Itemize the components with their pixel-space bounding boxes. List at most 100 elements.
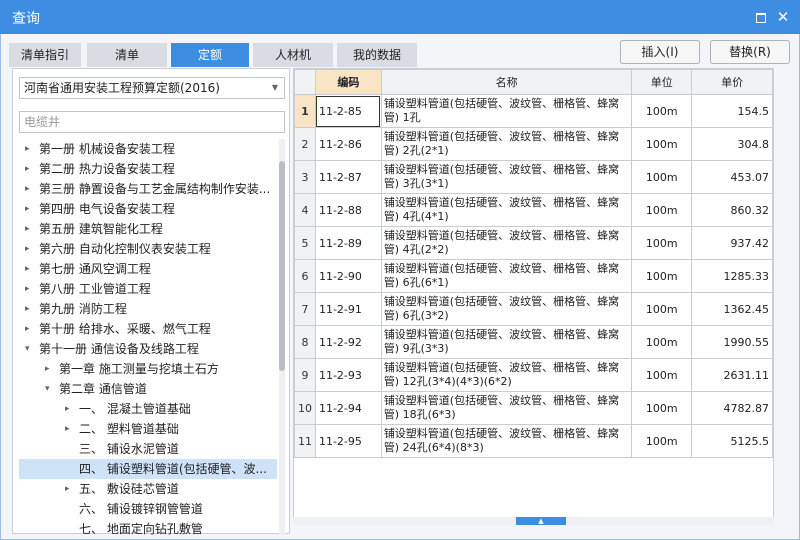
name-cell[interactable]: 铺设塑料管道(包括硬管、波纹管、栅格管、蜂窝管) 9孔(3*3) [380,325,633,359]
unit-cell[interactable]: 100m [631,358,693,392]
expand-right-icon[interactable]: ▸ [25,139,35,159]
code-cell[interactable]: 11-2-87 [314,160,382,194]
tree-item[interactable]: ▸ 第三册 静置设备与工艺金属结构制作安装... [19,179,277,199]
row-number[interactable]: 4 [294,193,316,227]
table-row[interactable]: 2 11-2-86 铺设塑料管道(包括硬管、波纹管、栅格管、蜂窝管) 2孔(2*1)… [294,127,773,161]
tree-item[interactable]: 七、 地面定向钻孔敷管 [19,519,277,535]
name-cell[interactable]: 铺设塑料管道(包括硬管、波纹管、栅格管、蜂窝管) 18孔(6*3) [380,391,633,425]
code-cell[interactable]: 11-2-91 [314,292,382,326]
collapse-up-icon[interactable]: ▲ [516,517,566,525]
unit-cell[interactable]: 100m [631,160,693,194]
tab-bill-guide[interactable]: 清单指引 [9,43,81,67]
code-cell[interactable]: 11-2-86 [314,127,382,161]
expand-right-icon[interactable]: ▸ [25,159,35,179]
unit-cell[interactable]: 100m [631,325,693,359]
tree-item[interactable]: ▸ 第九册 消防工程 [19,299,277,319]
row-number[interactable]: 8 [294,325,316,359]
unit-cell[interactable]: 100m [631,259,693,293]
price-cell[interactable]: 5125.5 [691,424,773,458]
price-cell[interactable]: 860.32 [691,193,773,227]
tab-quota[interactable]: 定额 [171,43,249,67]
price-cell[interactable]: 4782.87 [691,391,773,425]
table-row[interactable]: 10 11-2-94 铺设塑料管道(包括硬管、波纹管、栅格管、蜂窝管) 18孔(6*… [294,391,773,425]
row-number[interactable]: 2 [294,127,316,161]
close-icon[interactable]: ✕ [775,9,791,25]
expand-right-icon[interactable]: ▸ [25,259,35,279]
table-row[interactable]: 5 11-2-89 铺设塑料管道(包括硬管、波纹管、栅格管、蜂窝管) 4孔(2*2)… [294,226,773,260]
table-row[interactable]: 1 11-2-85 铺设塑料管道(包括硬管、波纹管、栅格管、蜂窝管) 1孔 100m 1… [294,94,773,128]
splitter-bar[interactable]: ▲ [293,517,774,525]
expand-right-icon[interactable]: ▸ [25,199,35,219]
tab-labor-material-machine[interactable]: 人材机 [253,43,333,67]
maximize-icon[interactable] [752,9,768,25]
tree-item[interactable]: ▾ 第二章 通信管道 [19,379,277,399]
name-cell[interactable]: 铺设塑料管道(包括硬管、波纹管、栅格管、蜂窝管) 4孔(2*2) [380,226,633,260]
expand-down-icon[interactable]: ▾ [25,339,35,359]
expand-right-icon[interactable]: ▸ [25,279,35,299]
tree-item[interactable]: ▸ 五、 敷设硅芯管道 [19,479,277,499]
expand-right-icon[interactable]: ▸ [25,319,35,339]
tree-item[interactable]: ▸ 二、 塑料管道基础 [19,419,277,439]
tab-bill[interactable]: 清单 [87,43,167,67]
code-cell[interactable]: 11-2-92 [314,325,382,359]
expand-down-icon[interactable]: ▾ [45,379,55,399]
table-row[interactable]: 3 11-2-87 铺设塑料管道(包括硬管、波纹管、栅格管、蜂窝管) 3孔(3*1)… [294,160,773,194]
row-number[interactable]: 1 [294,94,316,128]
expand-right-icon[interactable]: ▸ [45,359,55,379]
expand-right-icon[interactable]: ▸ [65,479,75,499]
price-cell[interactable]: 304.8 [691,127,773,161]
price-cell[interactable]: 1990.55 [691,325,773,359]
price-cell[interactable]: 453.07 [691,160,773,194]
table-row[interactable]: 6 11-2-90 铺设塑料管道(包括硬管、波纹管、栅格管、蜂窝管) 6孔(6*1)… [294,259,773,293]
row-number[interactable]: 11 [294,424,316,458]
tree-item[interactable]: 三、 铺设水泥管道 [19,439,277,459]
expand-right-icon[interactable]: ▸ [25,239,35,259]
unit-cell[interactable]: 100m [631,292,693,326]
name-cell[interactable]: 铺设塑料管道(包括硬管、波纹管、栅格管、蜂窝管) 24孔(6*4)(8*3) [380,424,633,458]
expand-right-icon[interactable]: ▸ [65,399,75,419]
price-cell[interactable]: 154.5 [691,94,773,128]
row-number[interactable]: 5 [294,226,316,260]
code-cell[interactable]: 11-2-95 [314,424,382,458]
expand-right-icon[interactable]: ▸ [25,179,35,199]
tree-item[interactable]: ▸ 第二册 热力设备安装工程 [19,159,277,179]
column-header-price[interactable]: 单价 [691,69,773,95]
unit-cell[interactable]: 100m [631,226,693,260]
name-cell[interactable]: 铺设塑料管道(包括硬管、波纹管、栅格管、蜂窝管) 12孔(3*4)(4*3)(6… [380,358,633,392]
table-row[interactable]: 11 11-2-95 铺设塑料管道(包括硬管、波纹管、栅格管、蜂窝管) 24孔(6*… [294,424,773,458]
expand-right-icon[interactable]: ▸ [25,219,35,239]
name-cell[interactable]: 铺设塑料管道(包括硬管、波纹管、栅格管、蜂窝管) 4孔(4*1) [380,193,633,227]
column-header-unit[interactable]: 单位 [631,69,693,95]
expand-right-icon[interactable]: ▸ [65,419,75,439]
unit-cell[interactable]: 100m [631,391,693,425]
code-cell[interactable]: 11-2-88 [314,193,382,227]
price-cell[interactable]: 1285.33 [691,259,773,293]
tree-scrollbar[interactable] [279,139,285,535]
name-cell[interactable]: 铺设塑料管道(包括硬管、波纹管、栅格管、蜂窝管) 1孔 [380,94,633,128]
search-input[interactable]: 电缆井 [19,111,285,133]
table-row[interactable]: 7 11-2-91 铺设塑料管道(包括硬管、波纹管、栅格管、蜂窝管) 6孔(3*2)… [294,292,773,326]
row-number[interactable]: 3 [294,160,316,194]
name-cell[interactable]: 铺设塑料管道(包括硬管、波纹管、栅格管、蜂窝管) 2孔(2*1) [380,127,633,161]
table-row[interactable]: 8 11-2-92 铺设塑料管道(包括硬管、波纹管、栅格管、蜂窝管) 9孔(3*3)… [294,325,773,359]
unit-cell[interactable]: 100m [631,94,693,128]
row-number[interactable]: 6 [294,259,316,293]
scrollbar-thumb[interactable] [279,161,285,371]
tab-my-data[interactable]: 我的数据 [337,43,417,67]
tree-item[interactable]: 四、 铺设塑料管道(包括硬管、波... [19,459,277,479]
tree-item[interactable]: ▸ 第六册 自动化控制仪表安装工程 [19,239,277,259]
unit-cell[interactable]: 100m [631,127,693,161]
price-cell[interactable]: 2631.11 [691,358,773,392]
code-cell[interactable]: 11-2-89 [314,226,382,260]
tree-item[interactable]: ▸ 第五册 建筑智能化工程 [19,219,277,239]
expand-right-icon[interactable]: ▸ [25,299,35,319]
table-row[interactable]: 9 11-2-93 铺设塑料管道(包括硬管、波纹管、栅格管、蜂窝管) 12孔(3*4… [294,358,773,392]
tree-item[interactable]: ▸ 第一册 机械设备安装工程 [19,139,277,159]
tree-item[interactable]: ▸ 第十册 给排水、采暖、燃气工程 [19,319,277,339]
unit-cell[interactable]: 100m [631,424,693,458]
name-cell[interactable]: 铺设塑料管道(包括硬管、波纹管、栅格管、蜂窝管) 6孔(6*1) [380,259,633,293]
row-number[interactable]: 9 [294,358,316,392]
library-select[interactable]: 河南省通用安装工程预算定额(2016) ▼ [19,77,285,99]
unit-cell[interactable]: 100m [631,193,693,227]
tree-item[interactable]: 六、 铺设镀锌钢管管道 [19,499,277,519]
